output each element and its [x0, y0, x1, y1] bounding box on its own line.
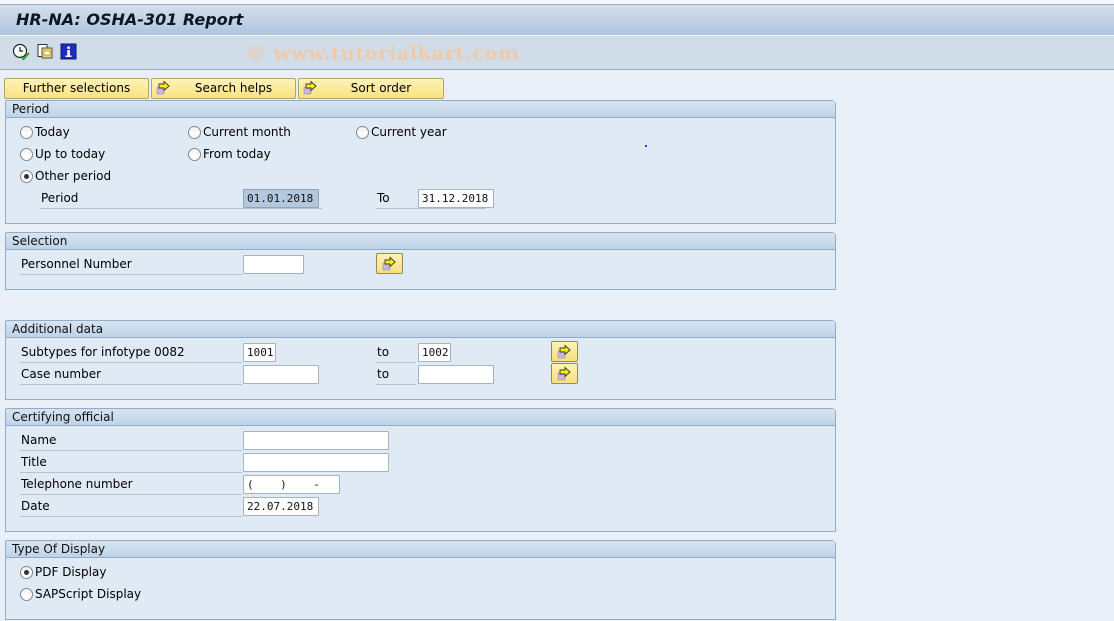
- subtypes-multiple-selection-button[interactable]: [551, 341, 578, 362]
- arrow-right-icon: [156, 80, 172, 96]
- search-helps-label: Search helps: [194, 81, 273, 95]
- subtypes-to-label: to: [376, 343, 416, 363]
- personnel-number-label-text: Personnel Number: [21, 257, 132, 271]
- radio-circle: [188, 125, 201, 139]
- subtypes-label: Subtypes for infotype 0082: [20, 343, 242, 363]
- radio-label: Current month: [203, 125, 291, 139]
- title-bar: HR-NA: OSHA-301 Report: [0, 5, 1114, 36]
- radio-label: Today: [35, 125, 70, 139]
- further-selections-label: Further selections: [22, 81, 131, 95]
- radio-circle: [20, 587, 33, 601]
- arrow-right-icon: [557, 366, 571, 381]
- radio-label: PDF Display: [35, 565, 107, 579]
- radio-label: Other period: [35, 169, 112, 183]
- radio-label: Current year: [371, 125, 447, 139]
- radio-circle-selected: [20, 565, 33, 579]
- radio-from-today[interactable]: From today: [188, 147, 271, 161]
- further-selections-button[interactable]: Further selections: [4, 78, 149, 99]
- case-number-label: Case number: [20, 365, 242, 385]
- radio-circle: [20, 125, 33, 139]
- radio-label: From today: [203, 147, 271, 161]
- case-number-label-text: Case number: [21, 367, 102, 381]
- date-input[interactable]: 22.07.2018: [243, 497, 319, 516]
- radio-circle: [356, 125, 369, 139]
- selection-group: Selection Personnel Number: [5, 232, 836, 290]
- arrow-right-icon: [382, 256, 396, 271]
- watermark-text: © www.tutorialkart.com: [246, 41, 520, 65]
- title-label: Title: [20, 453, 242, 473]
- telephone-number-label: Telephone number: [20, 475, 242, 495]
- radio-circle: [188, 147, 201, 161]
- sort-order-button[interactable]: Sort order: [298, 78, 444, 99]
- radio-label: SAPScript Display: [35, 587, 142, 601]
- subtypes-to-input[interactable]: 1002: [418, 343, 451, 362]
- subtypes-to-label-text: to: [377, 345, 390, 359]
- period-label-text: Period: [41, 191, 79, 205]
- name-label-text: Name: [21, 433, 57, 447]
- search-helps-button[interactable]: Search helps: [151, 78, 296, 99]
- personnel-number-multiple-selection-button[interactable]: [376, 253, 403, 274]
- execute-clock-icon[interactable]: [12, 43, 30, 61]
- subtypes-from-input[interactable]: 1001: [243, 343, 276, 362]
- radio-other-period[interactable]: Other period: [20, 169, 111, 183]
- radio-circle: [20, 147, 33, 161]
- date-label-text: Date: [21, 499, 50, 513]
- radio-pdf-display[interactable]: PDF Display: [20, 565, 106, 579]
- case-number-from-input[interactable]: [243, 365, 319, 384]
- title-label-text: Title: [21, 455, 47, 469]
- arrow-right-icon: [557, 344, 571, 359]
- personnel-number-label: Personnel Number: [20, 255, 242, 275]
- period-to-label-text: To: [377, 191, 390, 205]
- radio-today[interactable]: Today: [20, 125, 70, 139]
- period-from-input[interactable]: 01.01.2018: [243, 189, 319, 208]
- title-input[interactable]: [243, 453, 389, 472]
- radio-circle-selected: [20, 169, 33, 183]
- radio-current-month[interactable]: Current month: [188, 125, 291, 139]
- radio-up-to-today[interactable]: Up to today: [20, 147, 105, 161]
- case-number-to-label: to: [376, 365, 416, 385]
- selection-group-title: Selection: [6, 233, 835, 250]
- date-label: Date: [20, 497, 242, 517]
- case-number-to-input[interactable]: [418, 365, 494, 384]
- get-variant-icon[interactable]: [36, 43, 54, 61]
- stray-pixel: [645, 145, 647, 147]
- additional-data-group-title: Additional data: [6, 321, 835, 338]
- type-of-display-group: Type Of Display PDF Display SAPScript Di…: [5, 540, 836, 620]
- sort-order-label: Sort order: [350, 81, 412, 95]
- radio-label: Up to today: [35, 147, 106, 161]
- case-number-multiple-selection-button[interactable]: [551, 363, 578, 384]
- period-group-title: Period: [6, 101, 835, 118]
- type-of-display-group-title: Type Of Display: [6, 541, 835, 558]
- name-input[interactable]: [243, 431, 389, 450]
- arrow-right-icon: [303, 80, 319, 96]
- period-to-input[interactable]: 31.12.2018: [418, 189, 494, 208]
- radio-sapscript-display[interactable]: SAPScript Display: [20, 587, 141, 601]
- page-title: HR-NA: OSHA-301 Report: [16, 10, 244, 29]
- certifying-official-group-title: Certifying official: [6, 409, 835, 426]
- period-group: Period Today Current month Current year …: [5, 100, 836, 224]
- certifying-official-group: Certifying official Name Title Telephone…: [5, 408, 836, 532]
- radio-current-year[interactable]: Current year: [356, 125, 447, 139]
- personnel-number-input[interactable]: [243, 255, 304, 274]
- application-toolbar: © www.tutorialkart.com: [0, 36, 1114, 70]
- additional-data-group: Additional data Subtypes for infotype 00…: [5, 320, 836, 400]
- name-label: Name: [20, 431, 242, 451]
- info-icon[interactable]: [60, 43, 78, 61]
- case-number-to-label-text: to: [377, 367, 390, 381]
- subtypes-label-text: Subtypes for infotype 0082: [21, 345, 185, 359]
- telephone-number-input[interactable]: ( ) -: [243, 475, 340, 494]
- telephone-number-label-text: Telephone number: [21, 477, 133, 491]
